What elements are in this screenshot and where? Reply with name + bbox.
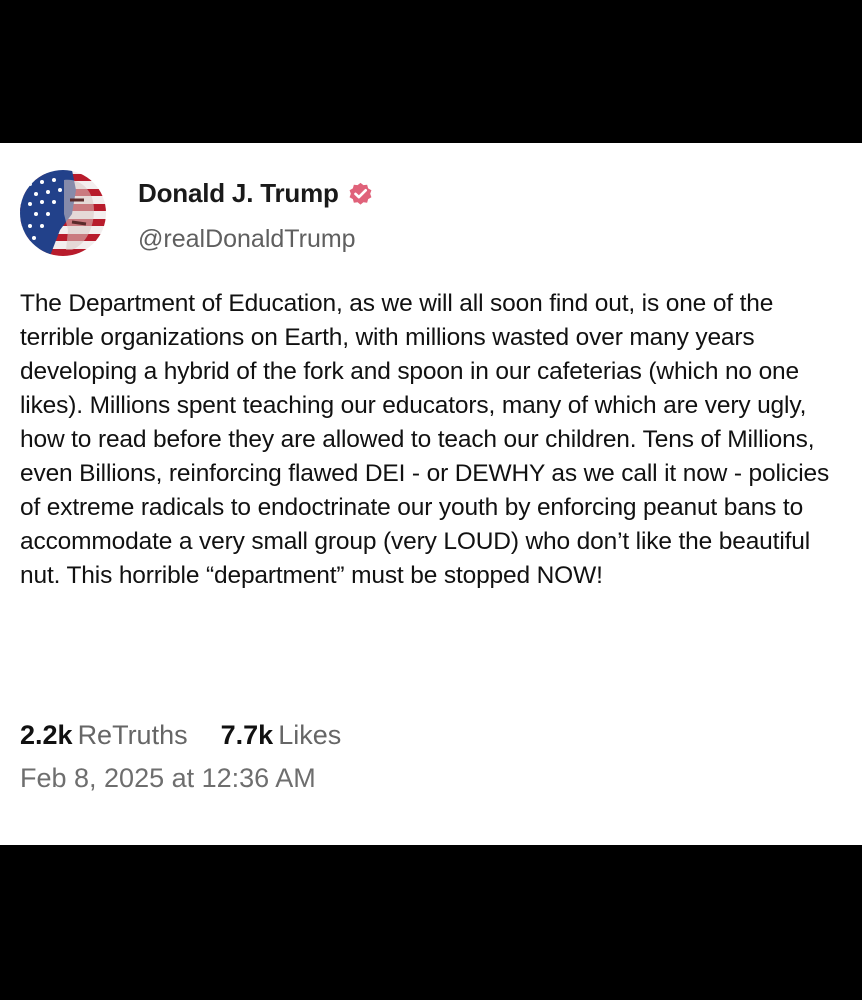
post-card: Donald J. Trump @realDonaldTrump The Dep…: [0, 143, 862, 845]
verified-badge-icon: [347, 180, 374, 207]
likes-stat[interactable]: 7.7k Likes: [221, 720, 342, 750]
post-body: The Department of Education, as we will …: [20, 290, 830, 589]
post-timestamp[interactable]: Feb 8, 2025 at 12:36 AM: [20, 763, 316, 794]
avatar-image: [20, 170, 106, 256]
display-name[interactable]: Donald J. Trump: [138, 178, 339, 209]
likes-label: Likes: [278, 720, 342, 750]
author-handle[interactable]: @realDonaldTrump: [138, 225, 356, 254]
avatar[interactable]: [20, 170, 106, 256]
likes-count: 7.7k: [220, 720, 274, 750]
retruths-stat[interactable]: 2.2k ReTruths: [20, 720, 195, 750]
retruths-label: ReTruths: [77, 720, 188, 750]
post-stats: 2.2k ReTruths 7.7k Likes: [20, 720, 341, 751]
display-name-row: Donald J. Trump: [138, 173, 374, 213]
retruths-count: 2.2k: [20, 720, 73, 750]
